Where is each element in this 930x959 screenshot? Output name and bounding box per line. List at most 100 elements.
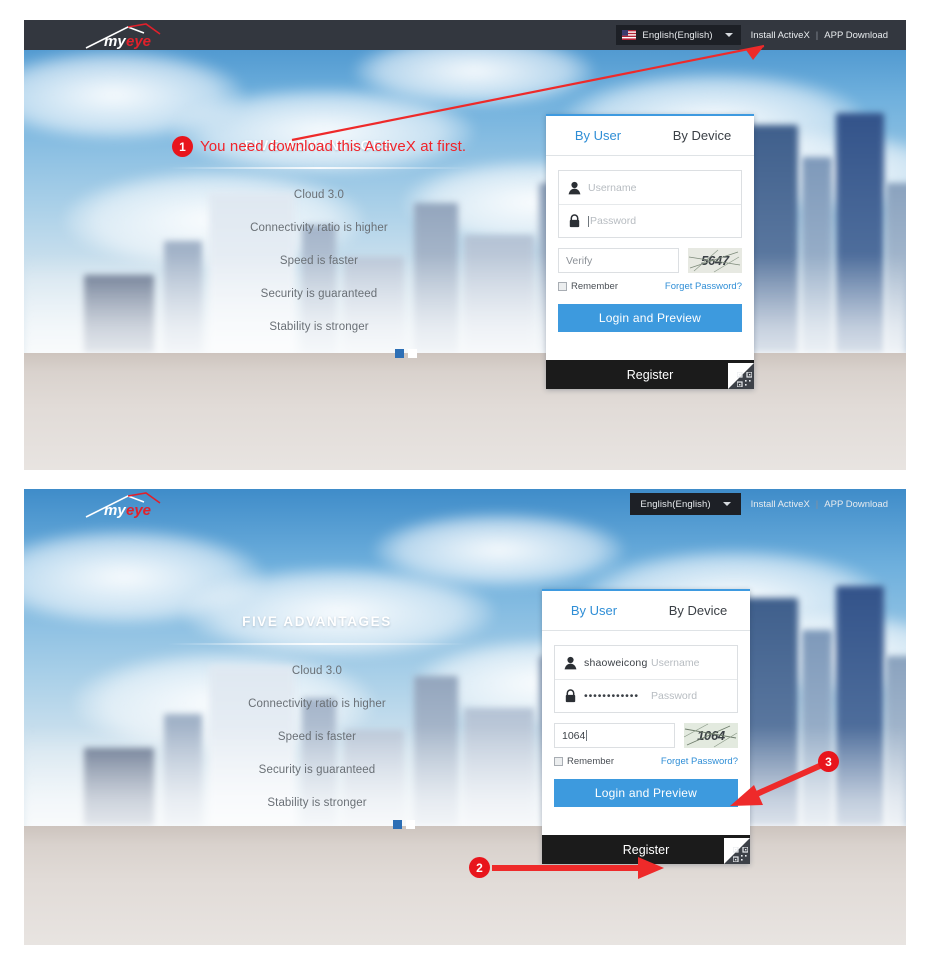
annotation-1: 1 You need download this ActiveX at firs… [172, 136, 466, 157]
remember-checkbox[interactable] [558, 282, 567, 291]
language-label: English(English) [640, 498, 711, 510]
myeye-logo[interactable]: my eye [82, 22, 180, 52]
captcha-image[interactable]: 5647 [688, 248, 742, 273]
login-button[interactable]: Login and Preview [554, 779, 738, 807]
promo-item: Security is guaranteed [258, 764, 376, 776]
promo-divider [169, 167, 469, 169]
language-selector[interactable]: English(English) [616, 25, 741, 45]
password-placeholder: Password [590, 215, 637, 227]
annotation-badge: 1 [172, 136, 193, 157]
login-meta-row: Remember Forget Password? [554, 756, 738, 767]
promo-item: Stability is stronger [269, 321, 369, 333]
password-value: •••••••••••• [584, 690, 639, 702]
us-flag-icon [622, 30, 637, 40]
password-field[interactable]: Password [559, 204, 741, 237]
lock-icon [564, 689, 577, 703]
carousel-dot-active[interactable] [395, 349, 404, 358]
annotation-badge: 2 [469, 857, 490, 878]
svg-text:my: my [104, 33, 126, 50]
carousel-dot[interactable] [408, 349, 417, 358]
ground-layer [24, 826, 906, 945]
language-label: English(English) [642, 29, 713, 41]
cloud [374, 513, 624, 587]
svg-text:my: my [104, 502, 126, 519]
register-button[interactable]: Register [546, 360, 754, 389]
annotation-2: 2 [469, 857, 490, 878]
carousel-dot-active[interactable] [393, 820, 402, 829]
tab-by-user[interactable]: By User [542, 591, 646, 630]
promo-item: Cloud 3.0 [293, 189, 345, 201]
chevron-down-icon[interactable] [722, 502, 731, 506]
promo-item: Connectivity ratio is higher [250, 222, 388, 234]
header-right-links: English(English) Install ActiveX | APP D… [630, 489, 888, 519]
remember-checkbox-group[interactable]: Remember [558, 281, 618, 292]
svg-text:eye: eye [126, 502, 151, 519]
annotation-3: 3 [818, 751, 839, 772]
top-navigation-bar: my eye English(English) Install ActiveX … [24, 20, 906, 50]
promo-item: Connectivity ratio is higher [248, 698, 386, 710]
app-download-link[interactable]: APP Download [824, 499, 888, 510]
qr-code-icon[interactable] [724, 838, 750, 864]
tab-by-device[interactable]: By Device [646, 591, 750, 630]
forget-password-link[interactable]: Forget Password? [665, 281, 742, 292]
username-field[interactable]: shaoweicong Username [555, 646, 737, 679]
login-tabs: By User By Device [546, 116, 754, 156]
text-cursor [588, 215, 589, 227]
top-navigation-bar: my eye English(English) Install ActiveX … [24, 489, 906, 519]
verify-row: 1064 1064 [554, 723, 738, 748]
verify-input[interactable]: 1064 [554, 723, 675, 748]
password-field[interactable]: •••••••••••• Password [555, 679, 737, 712]
carousel-dots [393, 820, 415, 829]
app-download-link[interactable]: APP Download [824, 30, 888, 41]
carousel-dots [395, 349, 417, 358]
remember-checkbox-group[interactable]: Remember [554, 756, 614, 767]
login-button[interactable]: Login and Preview [558, 304, 742, 332]
register-button[interactable]: Register [542, 835, 750, 864]
text-cursor [586, 730, 588, 741]
promo-block-2: FIVE ADVANTAGES Cloud 3.0 Connectivity r… [152, 614, 482, 830]
chevron-down-icon[interactable] [724, 33, 733, 37]
carousel-dot[interactable] [406, 820, 415, 829]
username-value: shaoweicong [584, 656, 648, 669]
credentials-box: shaoweicong Username •••••••••••• Passwo… [554, 645, 738, 713]
register-label: Register [626, 367, 674, 382]
tab-by-device[interactable]: By Device [650, 116, 754, 155]
promo-list: Cloud 3.0 Connectivity ratio is higher S… [154, 189, 484, 333]
login-tabs: By User By Device [542, 591, 750, 631]
myeye-logo[interactable]: my eye [82, 491, 180, 521]
remember-label: Remember [567, 756, 614, 767]
install-activex-link[interactable]: Install ActiveX [751, 30, 810, 41]
svg-text:eye: eye [126, 33, 151, 50]
login-meta-row: Remember Forget Password? [558, 281, 742, 292]
login-card-2: By User By Device shaoweicong Username •… [542, 589, 750, 864]
login-card-1: By User By Device Username Password Veri… [546, 114, 754, 389]
annotation-badge: 3 [818, 751, 839, 772]
login-form: Username Password Verify 5647 Remember F… [546, 156, 754, 344]
captcha-noise-lines [688, 249, 741, 273]
promo-title: FIVE ADVANTAGES [242, 614, 392, 629]
username-field[interactable]: Username [559, 171, 741, 204]
header-right-links: English(English) Install ActiveX | APP D… [616, 20, 888, 50]
user-icon [568, 181, 581, 195]
verify-row: Verify 5647 [558, 248, 742, 273]
ground-layer [24, 353, 906, 470]
promo-item: Stability is stronger [267, 797, 367, 809]
user-icon [564, 656, 577, 670]
remember-checkbox[interactable] [554, 757, 563, 766]
annotation-text: You need download this ActiveX at first. [200, 138, 467, 155]
promo-item: Speed is faster [277, 731, 357, 743]
nav-separator: | [815, 498, 819, 510]
browser-screenshot-2: my eye English(English) Install ActiveX … [24, 489, 906, 945]
language-selector[interactable]: English(English) [630, 493, 741, 515]
nav-separator: | [815, 29, 819, 41]
forget-password-link[interactable]: Forget Password? [661, 756, 738, 767]
promo-block-1: FIVE ADVANTAGES Cloud 3.0 Connectivity r… [154, 138, 484, 354]
install-activex-link[interactable]: Install ActiveX [751, 499, 810, 510]
qr-code-icon[interactable] [728, 363, 754, 389]
captcha-image[interactable]: 1064 [684, 723, 738, 748]
promo-item: Cloud 3.0 [291, 665, 343, 677]
verify-value: 1064 [562, 729, 586, 742]
captcha-noise-lines [684, 723, 738, 748]
verify-input[interactable]: Verify [558, 248, 679, 273]
tab-by-user[interactable]: By User [546, 116, 650, 155]
